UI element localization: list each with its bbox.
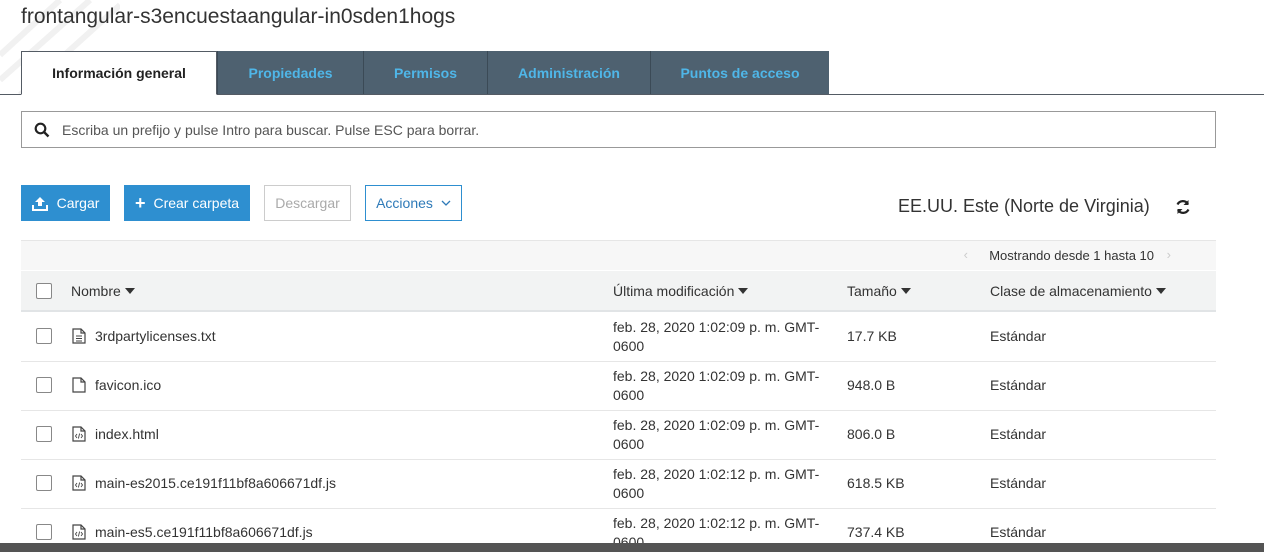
size-cell: 806.0 B [847, 426, 896, 442]
modified-line2: 0600 [613, 338, 645, 354]
upload-label: Cargar [56, 195, 100, 211]
sort-caret-icon [124, 288, 135, 294]
search-box [21, 111, 1216, 148]
tab-properties[interactable]: Propiedades [217, 51, 363, 94]
modified-cell: feb. 28, 2020 1:02:09 p. m. GMT- 0600 [613, 367, 828, 405]
modified-cell: feb. 28, 2020 1:02:09 p. m. GMT- 0600 [613, 318, 828, 356]
search-icon [22, 122, 62, 138]
column-modified-label: Última modificación [613, 283, 735, 299]
file-name-link[interactable]: main-es5.ce191f11bf8a606671df.js [72, 524, 313, 540]
actions-label: Acciones [376, 195, 433, 211]
file-name-text: main-es5.ce191f11bf8a606671df.js [95, 524, 313, 540]
storage-class-cell: Estándar [990, 524, 1047, 540]
file-name-text: index.html [95, 426, 159, 442]
column-modified-header[interactable]: Última modificación [613, 283, 749, 299]
row-checkbox[interactable] [36, 475, 52, 491]
tab-access-points[interactable]: Puntos de acceso [650, 51, 829, 94]
modified-line1: feb. 28, 2020 1:02:12 p. m. GMT- [613, 466, 820, 482]
storage-class-cell: Estándar [990, 426, 1047, 442]
file-name-link[interactable]: index.html [72, 426, 159, 442]
modified-line1: feb. 28, 2020 1:02:09 p. m. GMT- [613, 417, 820, 433]
size-cell: 618.5 KB [847, 475, 905, 491]
upload-button[interactable]: Cargar [21, 185, 110, 221]
modified-line2: 0600 [613, 485, 645, 501]
tab-overview[interactable]: Información general [21, 51, 217, 95]
file-name-link[interactable]: 3rdpartylicenses.txt [72, 328, 216, 344]
code-file-icon [72, 524, 95, 540]
tab-management[interactable]: Administración [487, 51, 650, 94]
chevron-right-icon[interactable]: › [1167, 247, 1171, 262]
table-row[interactable]: 3rdpartylicenses.txt feb. 28, 2020 1:02:… [21, 313, 1216, 362]
bucket-title: frontangular-s3encuestaangular-in0sden1h… [21, 5, 456, 28]
sort-caret-icon [738, 288, 749, 294]
file-name-text: 3rdpartylicenses.txt [95, 328, 216, 344]
table-row[interactable]: favicon.ico feb. 28, 2020 1:02:09 p. m. … [21, 362, 1216, 411]
modified-line1: feb. 28, 2020 1:02:09 p. m. GMT- [613, 319, 820, 335]
modified-line1: feb. 28, 2020 1:02:09 p. m. GMT- [613, 368, 820, 384]
size-cell: 948.0 B [847, 377, 896, 393]
code-file-icon [72, 426, 95, 442]
modified-line1: feb. 28, 2020 1:02:12 p. m. GMT- [613, 515, 820, 531]
file-icon [72, 377, 95, 393]
row-checkbox[interactable] [36, 377, 52, 393]
pagination-text: Mostrando desde 1 hasta 10 [989, 248, 1154, 263]
select-all-checkbox[interactable] [36, 283, 52, 299]
row-checkbox[interactable] [36, 426, 52, 442]
bottom-bar [0, 543, 1264, 552]
tab-permissions[interactable]: Permisos [363, 51, 487, 94]
storage-class-cell: Estándar [990, 377, 1047, 393]
create-folder-label: Crear carpeta [153, 195, 240, 211]
create-folder-button[interactable]: + Crear carpeta [124, 185, 250, 221]
sort-caret-icon [900, 288, 911, 294]
file-name-link[interactable]: main-es2015.ce191f11bf8a606671df.js [72, 475, 336, 491]
modified-line2: 0600 [613, 436, 645, 452]
modified-cell: feb. 28, 2020 1:02:09 p. m. GMT- 0600 [613, 416, 828, 454]
table-header: Nombre Última modificación Tamaño Clase … [21, 271, 1216, 312]
column-name-label: Nombre [71, 283, 121, 299]
size-cell: 737.4 KB [847, 524, 905, 540]
file-name-link[interactable]: favicon.ico [72, 377, 161, 393]
refresh-icon[interactable] [1174, 198, 1192, 216]
chevron-down-icon [441, 200, 451, 206]
upload-icon [31, 196, 48, 211]
table-row[interactable]: main-es2015.ce191f11bf8a606671df.js feb.… [21, 460, 1216, 509]
file-name-text: favicon.ico [95, 377, 162, 393]
plus-icon: + [134, 193, 146, 213]
region-label: EE.UU. Este (Norte de Virginia) [898, 196, 1150, 216]
storage-class-cell: Estándar [990, 328, 1047, 344]
column-storage-label: Clase de almacenamiento [990, 283, 1152, 299]
tab-bar: Información general Propiedades Permisos… [21, 51, 829, 95]
actions-dropdown[interactable]: Acciones [365, 185, 462, 221]
modified-cell: feb. 28, 2020 1:02:12 p. m. GMT- 0600 [613, 465, 828, 503]
row-checkbox[interactable] [36, 328, 52, 344]
pagination-bar: ‹ Mostrando desde 1 hasta 10 › [21, 240, 1216, 270]
search-input[interactable] [62, 121, 1215, 138]
chevron-left-icon[interactable]: ‹ [964, 247, 968, 262]
storage-class-cell: Estándar [990, 475, 1047, 491]
download-button[interactable]: Descargar [264, 185, 351, 221]
column-storage-header[interactable]: Clase de almacenamiento [990, 283, 1166, 299]
size-cell: 17.7 KB [847, 328, 897, 344]
file-name-text: main-es2015.ce191f11bf8a606671df.js [95, 475, 337, 491]
column-size-header[interactable]: Tamaño [847, 283, 911, 299]
row-checkbox[interactable] [36, 524, 52, 540]
column-size-label: Tamaño [847, 283, 897, 299]
column-name-header[interactable]: Nombre [71, 283, 135, 299]
text-file-icon [72, 328, 95, 344]
modified-line2: 0600 [613, 387, 645, 403]
table-row[interactable]: index.html feb. 28, 2020 1:02:09 p. m. G… [21, 411, 1216, 460]
sort-caret-icon [1155, 288, 1166, 294]
code-file-icon [72, 475, 95, 491]
